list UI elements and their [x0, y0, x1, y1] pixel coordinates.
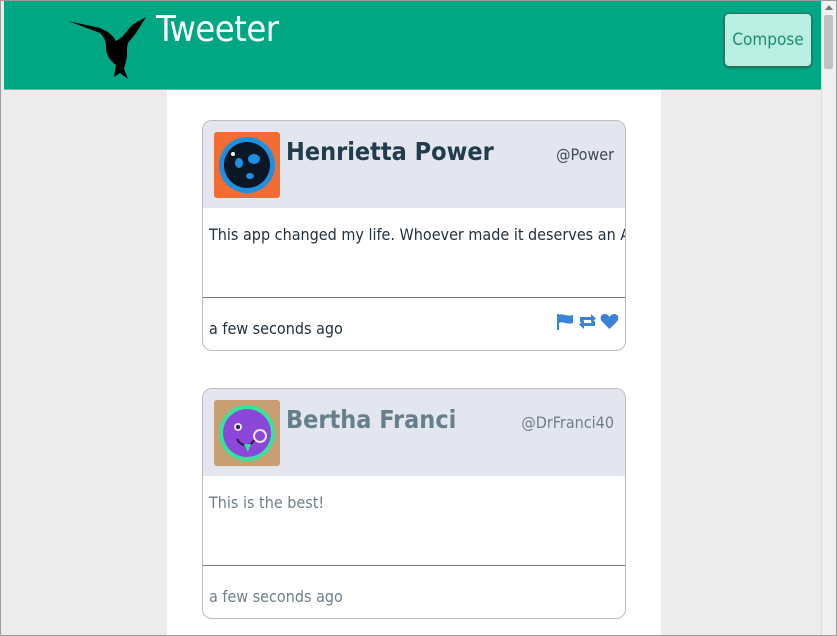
- tweet-card: Bertha Franci @DrFranci40 This is the be…: [202, 388, 626, 619]
- tweet-header: Bertha Franci @DrFranci40: [203, 389, 625, 476]
- scrollbar-thumb[interactable]: [824, 15, 833, 69]
- compose-button[interactable]: Compose: [724, 13, 812, 67]
- scroll-up-arrow-icon[interactable]: [825, 5, 833, 10]
- tweet-footer: a few seconds ago: [203, 298, 625, 350]
- tweet-timestamp: a few seconds ago: [209, 587, 343, 606]
- tweet-text: This app changed my life. Whoever made i…: [203, 208, 625, 298]
- retweet-icon[interactable]: [578, 313, 597, 330]
- author-name: Bertha Franci: [286, 405, 457, 434]
- tweet-actions: [556, 313, 619, 330]
- avatar-purple-face-icon: [214, 400, 280, 466]
- tweet-card: Henrietta Power @Power This app changed …: [202, 120, 626, 351]
- avatar-orange-circle-icon: [214, 132, 280, 198]
- tweet-timestamp: a few seconds ago: [209, 319, 343, 338]
- tweet-header: Henrietta Power @Power: [203, 121, 625, 208]
- tweet-text: This is the best!: [203, 476, 625, 566]
- app-title: Tweeter: [156, 9, 279, 50]
- author-handle: @DrFranci40: [521, 413, 614, 432]
- author-name: Henrietta Power: [286, 137, 494, 166]
- hummingbird-logo-icon: [66, 15, 148, 81]
- tweet-footer: a few seconds ago: [203, 566, 625, 618]
- page-scrollbar[interactable]: [821, 1, 836, 635]
- top-navbar: Tweeter Compose: [4, 1, 823, 90]
- heart-icon[interactable]: [600, 313, 619, 330]
- tweet-feed: Henrietta Power @Power This app changed …: [167, 90, 661, 635]
- author-handle: @Power: [556, 145, 614, 164]
- flag-icon[interactable]: [556, 313, 575, 330]
- browser-viewport: Tweeter Compose Henrietta Power @Power T…: [0, 0, 837, 636]
